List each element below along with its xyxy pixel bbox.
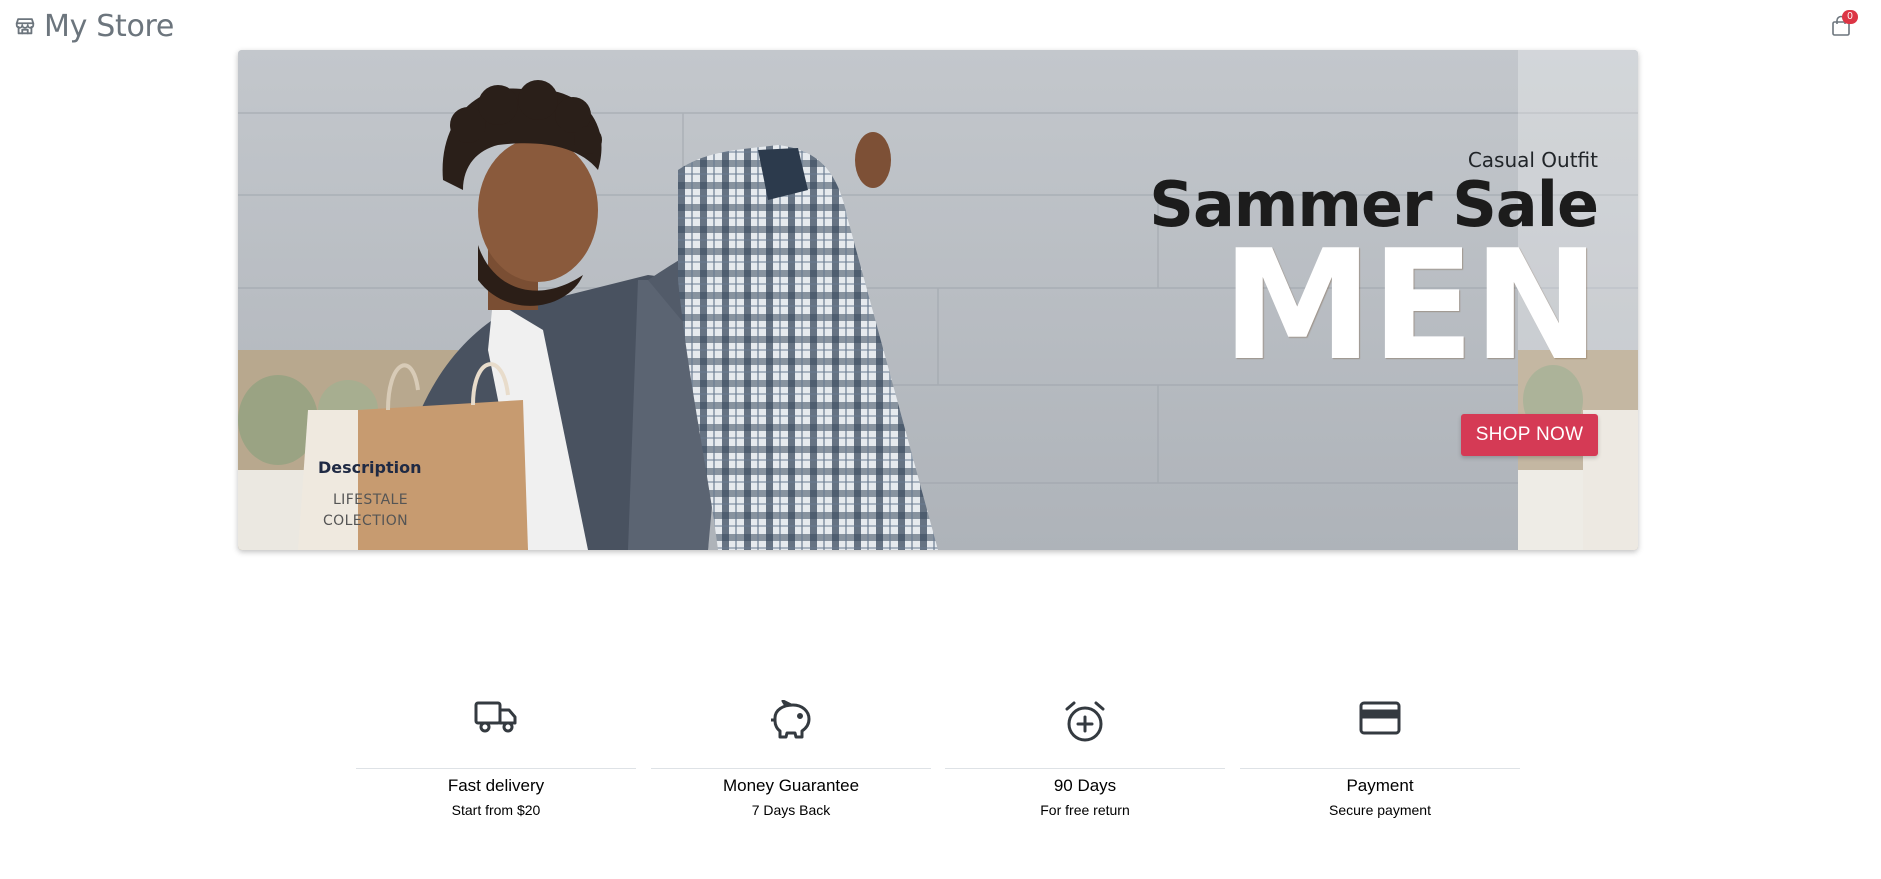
feature-divider xyxy=(945,768,1225,769)
feature-title: Fast delivery xyxy=(447,776,545,795)
alarm-add-icon xyxy=(1065,701,1105,742)
feature-90-days: 90 Days For free return xyxy=(945,700,1225,818)
feature-subtitle: Secure payment xyxy=(1329,802,1431,818)
feature-fast-delivery: Fast delivery Start from $20 xyxy=(356,700,636,818)
cart-count-badge: 0 xyxy=(1842,10,1858,24)
shop-now-button[interactable]: SHOP NOW xyxy=(1461,414,1598,456)
store-name: My Store xyxy=(44,8,175,44)
feature-payment: Payment Secure payment xyxy=(1240,700,1520,818)
credit-card-icon xyxy=(1359,701,1401,735)
store-icon xyxy=(14,15,36,37)
feature-divider xyxy=(1240,768,1520,769)
hero-big-text: MEN xyxy=(1221,217,1600,394)
feature-subtitle: Start from $20 xyxy=(451,802,541,818)
feature-subtitle: For free return xyxy=(1040,802,1130,818)
hero-banner: Casual Outfit Sammer Sale MEN SHOP NOW D… xyxy=(238,50,1638,550)
feature-title: Money Guarantee xyxy=(722,776,860,795)
feature-subtitle: 7 Days Back xyxy=(751,802,831,818)
cart-button[interactable]: 0 xyxy=(1826,10,1858,40)
feature-title: 90 Days xyxy=(1053,776,1117,795)
store-brand-link[interactable]: My Store xyxy=(14,8,174,44)
truck-icon xyxy=(474,701,517,733)
feature-divider xyxy=(651,768,931,769)
hero-description-text: LIFESTALE COLECTION xyxy=(323,492,408,529)
feature-divider xyxy=(356,768,636,769)
piggy-bank-icon xyxy=(771,700,811,739)
feature-money-guarantee: Money Guarantee 7 Days Back xyxy=(651,700,931,818)
feature-title: Payment xyxy=(1346,776,1414,795)
hero-description-title: Description xyxy=(318,458,422,477)
features-section: Fast delivery Start from $20 Money Guara… xyxy=(356,700,1520,830)
